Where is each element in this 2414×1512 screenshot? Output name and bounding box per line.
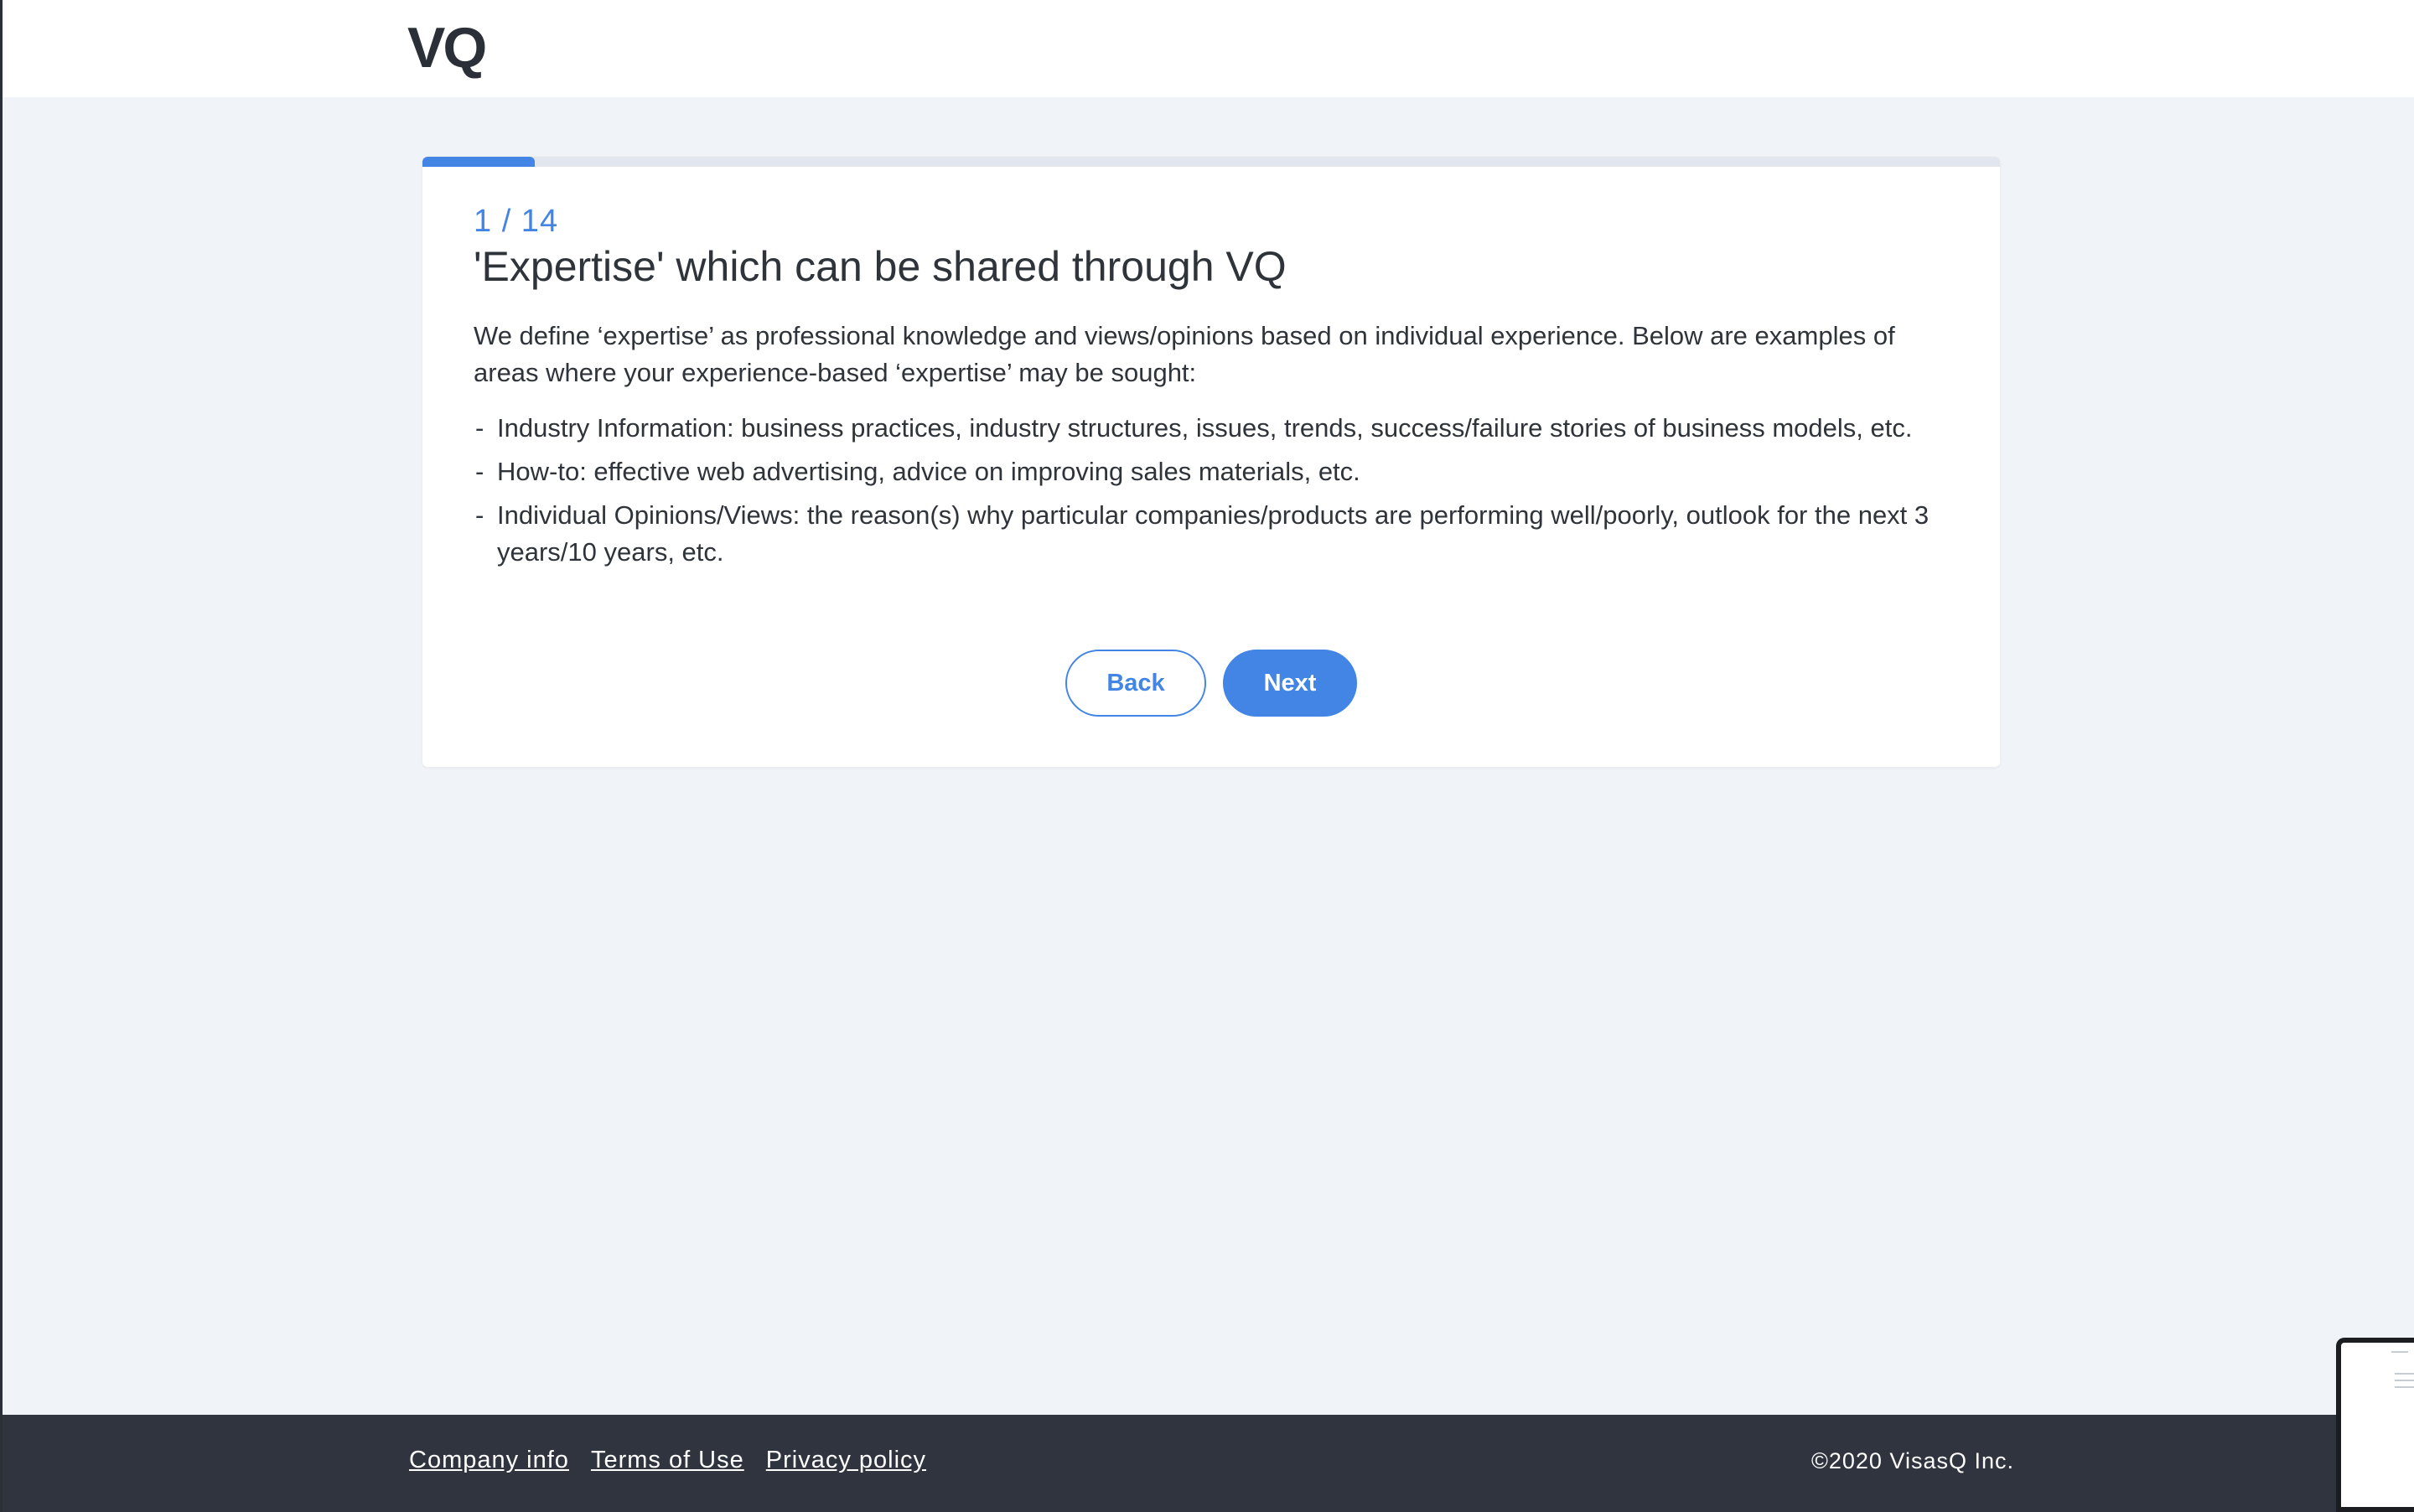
- question-card: 1 / 14 'Expertise' which can be shared t…: [422, 157, 2000, 767]
- copyright-text: ©2020 VisasQ Inc.: [1810, 1448, 2014, 1473]
- thumbnail-line: [2395, 1386, 2414, 1388]
- list-dash: -: [475, 413, 484, 443]
- expertise-list: - Industry Information: business practice…: [474, 410, 1966, 577]
- thumbnail-line: [2395, 1380, 2414, 1381]
- step-counter: 1 / 14: [474, 204, 559, 239]
- thumbnail-line: [2395, 1373, 2414, 1375]
- list-item: - How-to: effective web advertising, advi…: [474, 453, 1966, 490]
- privacy-policy-link[interactable]: Privacy policy: [766, 1447, 926, 1474]
- page-title: 'Expertise' which can be shared through …: [474, 243, 1287, 290]
- nav-buttons: Back Next: [422, 650, 2000, 717]
- list-dash: -: [475, 500, 484, 530]
- terms-of-use-link[interactable]: Terms of Use: [591, 1447, 744, 1474]
- screen-thumbnail[interactable]: [2336, 1338, 2414, 1512]
- back-button[interactable]: Back: [1065, 650, 1206, 717]
- list-item-text: Individual Opinions/Views: the reason(s)…: [497, 500, 1930, 567]
- progress-bar-fill: [422, 157, 536, 167]
- company-info-link[interactable]: Company info: [409, 1447, 569, 1474]
- footer-links: Company info Terms of Use Privacy policy: [409, 1447, 926, 1474]
- list-item-text: Industry Information: business practices…: [497, 413, 1913, 443]
- site-footer: Company info Terms of Use Privacy policy…: [3, 1415, 2414, 1512]
- list-item: - Industry Information: business practice…: [474, 410, 1966, 447]
- vq-logo[interactable]: VQ: [407, 15, 487, 80]
- intro-text: We define ‘expertise’ as professional kn…: [474, 321, 1895, 387]
- list-item-text: How-to: effective web advertising, advic…: [497, 457, 1360, 486]
- site-header: VQ: [3, 0, 2414, 97]
- progress-bar: [422, 157, 2000, 167]
- next-button[interactable]: Next: [1223, 650, 1357, 717]
- list-dash: -: [475, 457, 484, 486]
- list-item: - Individual Opinions/Views: the reason(s…: [474, 497, 1966, 571]
- thumbnail-line: [2391, 1351, 2408, 1353]
